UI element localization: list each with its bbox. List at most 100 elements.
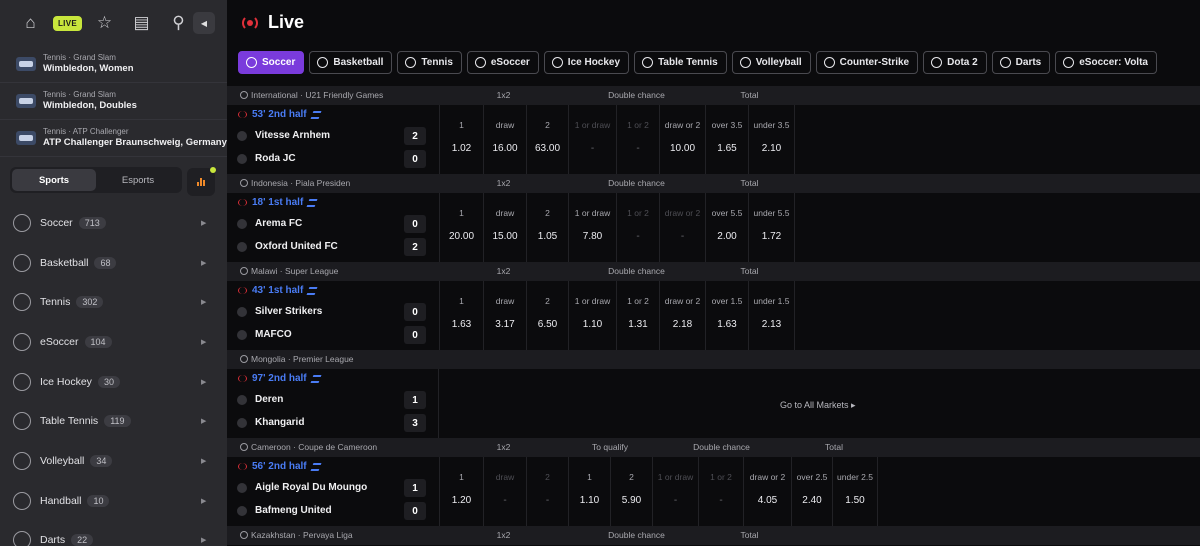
odds-cell[interactable]: draw 15.00 bbox=[483, 193, 526, 262]
tab-esoccer-volta[interactable]: eSoccer: Volta bbox=[1055, 51, 1157, 74]
tab-ice-hockey[interactable]: Ice Hockey bbox=[543, 51, 630, 74]
sidebar-item-darts[interactable]: Darts 22 ▶ bbox=[0, 521, 227, 546]
event-row[interactable]: 18' 1st half Arema FC 0 Oxford United FC 2 1 2… bbox=[227, 193, 1200, 262]
market-header: Total bbox=[740, 178, 759, 188]
soccer-ball-icon bbox=[240, 267, 248, 275]
tab-darts[interactable]: Darts bbox=[991, 51, 1051, 74]
odds-cell[interactable]: 1 or draw 7.80 bbox=[568, 193, 616, 262]
event-row[interactable]: 56' 2nd half Aigle Royal Du Moungo 1 Bafmen… bbox=[227, 457, 1200, 526]
go-to-all-markets-link[interactable]: Go to All Markets ▸ bbox=[780, 400, 856, 411]
match-info[interactable]: 53' 2nd half Vitesse Arnhem 2 Roda JC 0 bbox=[227, 105, 439, 174]
soccer-ball-icon bbox=[240, 355, 248, 363]
league-name: Mongolia · Premier League bbox=[240, 354, 354, 364]
odds-label: 2 bbox=[629, 472, 634, 482]
odds-cell[interactable]: 2 6.50 bbox=[526, 281, 568, 350]
chevron-right-icon: ▶ bbox=[201, 537, 207, 545]
chevron-right-icon: ▶ bbox=[201, 418, 207, 426]
odds-cell[interactable]: over 3.5 1.65 bbox=[705, 105, 748, 174]
sidebar-item-label: eSoccer bbox=[40, 335, 79, 348]
odds-cell[interactable]: under 5.5 1.72 bbox=[748, 193, 794, 262]
tab-sports[interactable]: Sports bbox=[12, 169, 96, 191]
chevron-right-icon: ▶ bbox=[201, 497, 207, 505]
odds-cell[interactable]: 1 or draw 1.10 bbox=[568, 281, 616, 350]
market-header: Double chance bbox=[693, 442, 750, 452]
odds-cell[interactable]: 2 1.05 bbox=[526, 193, 568, 262]
tab-dota-2[interactable]: Dota 2 bbox=[923, 51, 987, 74]
collapse-sidebar-button[interactable]: ◀ bbox=[193, 12, 215, 34]
bar-chart-icon bbox=[197, 178, 205, 186]
tab-label: Dota 2 bbox=[947, 57, 978, 68]
star-icon[interactable]: ☆ bbox=[86, 9, 123, 37]
match-info[interactable]: 18' 1st half Arema FC 0 Oxford United FC 2 bbox=[227, 193, 439, 262]
live-icon[interactable]: LIVE bbox=[49, 9, 86, 37]
odds-cell[interactable]: 2 5.90 bbox=[610, 457, 652, 526]
odds-cell[interactable]: draw or 2 4.05 bbox=[743, 457, 791, 526]
favorite-title: Wimbledon, Women bbox=[43, 63, 134, 74]
odds-cell[interactable]: 1 1.20 bbox=[439, 457, 483, 526]
tab-table-tennis[interactable]: Table Tennis bbox=[634, 51, 727, 74]
sidebar-item-soccer[interactable]: Soccer 713 ▶ bbox=[0, 203, 227, 243]
odds-cell[interactable]: under 3.5 2.10 bbox=[748, 105, 794, 174]
tab-basketball[interactable]: Basketball bbox=[309, 51, 393, 74]
odds-cell: 1 or draw - bbox=[652, 457, 698, 526]
odds-cell[interactable]: 2 63.00 bbox=[526, 105, 568, 174]
match-info[interactable]: 56' 2nd half Aigle Royal Du Moungo 1 Bafmen… bbox=[227, 457, 439, 526]
sidebar-item-volleyball[interactable]: Volleyball 34 ▶ bbox=[0, 441, 227, 481]
sidebar-item-label: Tennis bbox=[40, 296, 71, 309]
match-info[interactable]: 97' 2nd half Deren 1 Khangarid 3 bbox=[227, 369, 439, 438]
market-header: Total bbox=[740, 90, 759, 100]
odds-label: 1 bbox=[459, 296, 464, 306]
sidebar-top-icons: ⌂ LIVE ☆ ▤ ⚲ ◀ bbox=[0, 0, 227, 46]
tab-esports[interactable]: Esports bbox=[96, 169, 180, 191]
odds-cell: 2- bbox=[526, 457, 568, 526]
betslip-icon[interactable]: ▤ bbox=[123, 9, 160, 37]
odds-cell[interactable]: draw or 2 10.00 bbox=[659, 105, 705, 174]
match-info[interactable]: 43' 1st half Silver Strikers 0 MAFCO 0 bbox=[227, 281, 439, 350]
sidebar-item-tennis[interactable]: Tennis 302 ▶ bbox=[0, 282, 227, 322]
sport-list: Soccer 713 ▶ Basketball 68 ▶ Tennis 302 ▶ eSoccer… bbox=[0, 203, 227, 546]
match-time-label: 43' 1st half bbox=[252, 285, 304, 296]
sidebar-item-basketball[interactable]: Basketball 68 ▶ bbox=[0, 243, 227, 283]
event-row[interactable]: 97' 2nd half Deren 1 Khangarid 3 Go to All Ma… bbox=[227, 369, 1200, 438]
odds-cell[interactable]: 1 1.02 bbox=[439, 105, 483, 174]
odds-cell[interactable]: draw 3.17 bbox=[483, 281, 526, 350]
table-tennis-icon bbox=[13, 412, 31, 431]
odds-cell[interactable]: under 1.5 2.13 bbox=[748, 281, 794, 350]
home-icon[interactable]: ⌂ bbox=[12, 9, 49, 37]
search-icon[interactable]: ⚲ bbox=[160, 9, 197, 37]
league-label: Cameroon · Coupe de Cameroon bbox=[251, 442, 378, 452]
odds-cell[interactable]: over 5.5 2.00 bbox=[705, 193, 748, 262]
event-row[interactable]: 43' 1st half Silver Strikers 0 MAFCO 0 1 1.63 d… bbox=[227, 281, 1200, 350]
odds-value: 1.63 bbox=[717, 319, 737, 330]
tab-soccer[interactable]: Soccer bbox=[238, 51, 305, 74]
page-title: Live bbox=[268, 12, 305, 32]
odds-cell[interactable]: draw or 2 2.18 bbox=[659, 281, 705, 350]
tab-tennis[interactable]: Tennis bbox=[397, 51, 462, 74]
tab-volleyball[interactable]: Volleyball bbox=[731, 51, 811, 74]
live-pulse-icon bbox=[238, 111, 247, 118]
tab-esoccer[interactable]: eSoccer bbox=[466, 51, 539, 74]
odds-cell[interactable]: over 2.5 2.40 bbox=[791, 457, 832, 526]
sidebar-item-esoccer[interactable]: eSoccer 104 ▶ bbox=[0, 322, 227, 362]
favorite-item[interactable]: Tennis · ATP Challenger ATP Challenger Br… bbox=[0, 120, 227, 157]
event-count-badge: 104 bbox=[84, 335, 112, 348]
event-row[interactable]: 53' 2nd half Vitesse Arnhem 2 Roda JC 0 1 1.02… bbox=[227, 105, 1200, 174]
events-list: International · U21 Friendly Games 1x2 Dou… bbox=[227, 86, 1200, 545]
favorite-item[interactable]: Tennis · Grand Slam Wimbledon, Women bbox=[0, 46, 227, 83]
odds-label: over 3.5 bbox=[711, 120, 743, 130]
odds-cell[interactable]: 1 20.00 bbox=[439, 193, 483, 262]
odds-cell[interactable]: 1 or 2 1.31 bbox=[616, 281, 659, 350]
odds-cell[interactable]: draw 16.00 bbox=[483, 105, 526, 174]
odds-cell[interactable]: 1 1.63 bbox=[439, 281, 483, 350]
odds-cell[interactable]: under 2.5 1.50 bbox=[832, 457, 877, 526]
odds-label: under 1.5 bbox=[753, 296, 790, 306]
odds-cell[interactable]: 1 1.10 bbox=[568, 457, 610, 526]
team-home: Deren bbox=[237, 394, 283, 405]
favorite-item[interactable]: Tennis · Grand Slam Wimbledon, Doubles bbox=[0, 83, 227, 120]
sidebar-item-handball[interactable]: Handball 10 ▶ bbox=[0, 481, 227, 521]
odds-cell[interactable]: over 1.5 1.63 bbox=[705, 281, 748, 350]
sidebar-item-table-tennis[interactable]: Table Tennis 119 ▶ bbox=[0, 401, 227, 441]
tab-counter-strike[interactable]: Counter-Strike bbox=[815, 51, 919, 74]
sidebar-item-ice-hockey[interactable]: Ice Hockey 30 ▶ bbox=[0, 362, 227, 402]
team-home: Arema FC bbox=[237, 218, 302, 229]
